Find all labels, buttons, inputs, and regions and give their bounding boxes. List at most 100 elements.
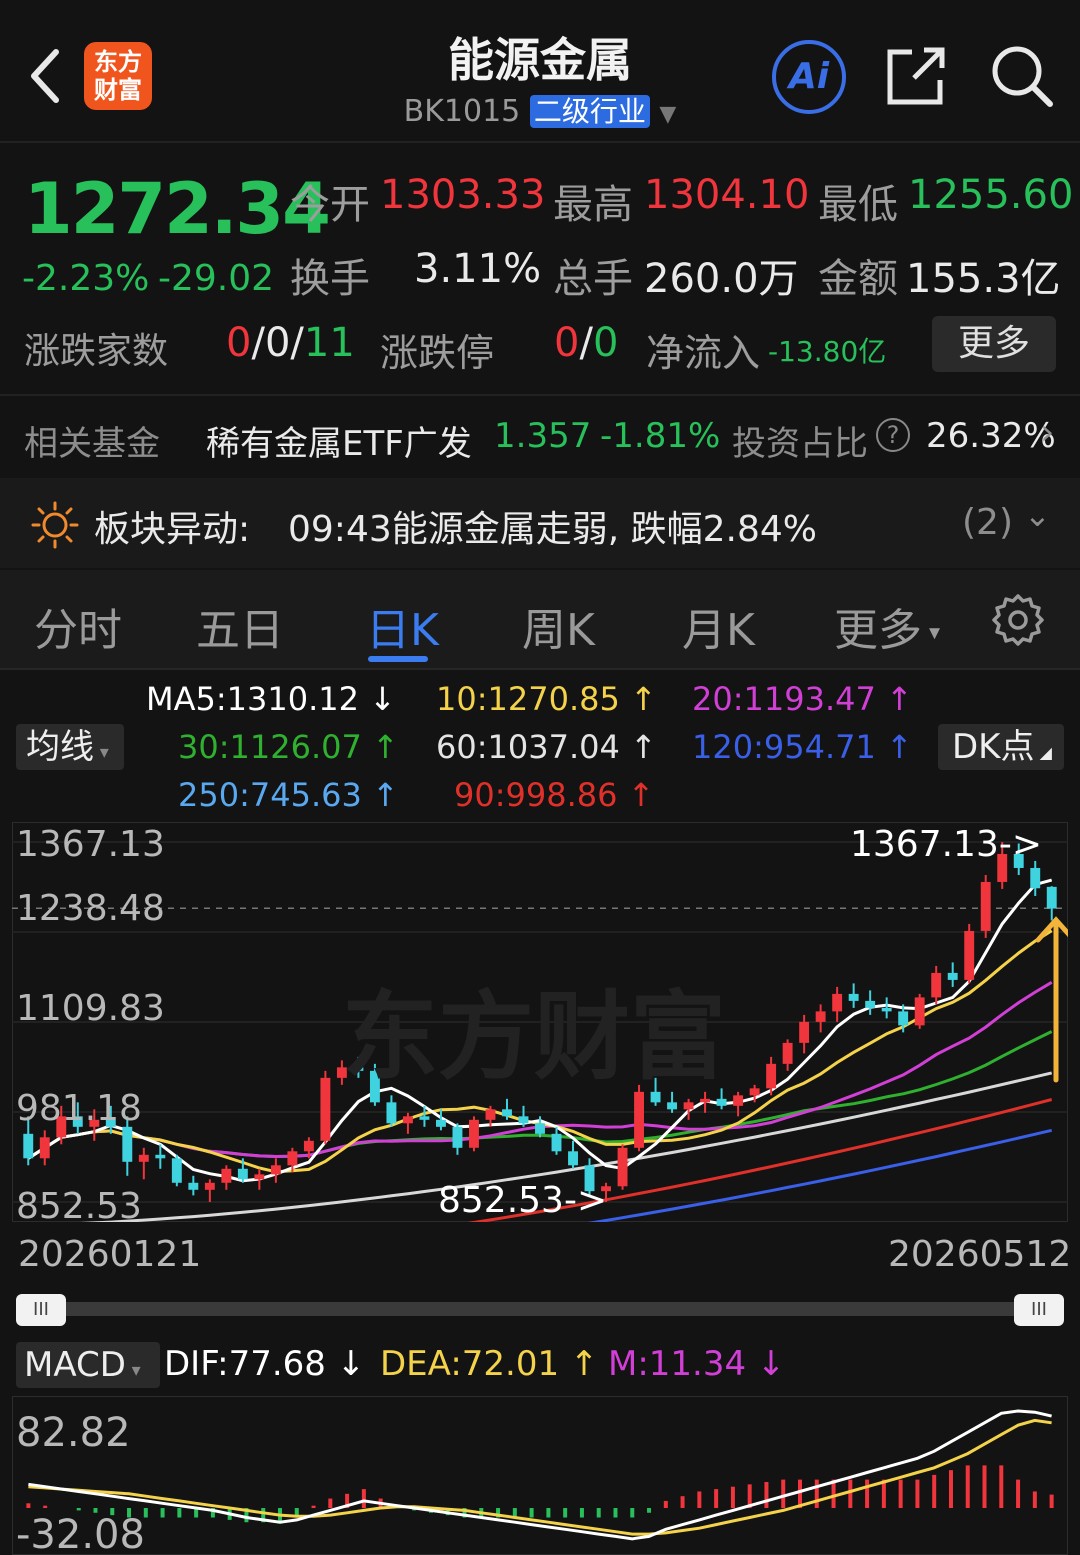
alert-count: (2) bbox=[962, 502, 1013, 543]
candle-body bbox=[898, 1011, 909, 1026]
back-icon[interactable] bbox=[22, 44, 72, 108]
candle-body bbox=[402, 1116, 413, 1124]
dk-point-button[interactable]: DK点 ◢ bbox=[938, 724, 1064, 770]
ma20-value: 20:1193.47 ↑ bbox=[692, 680, 913, 718]
candle-body bbox=[782, 1042, 793, 1064]
candle-body bbox=[452, 1126, 463, 1148]
candle-body bbox=[980, 881, 991, 931]
tab-active-indicator bbox=[368, 656, 428, 662]
updown-label: 涨跌家数 bbox=[24, 331, 169, 372]
candle-body bbox=[419, 1116, 430, 1120]
ma250-text: 250:745.63 bbox=[178, 776, 362, 814]
candle-body bbox=[1030, 867, 1041, 889]
ma60-value: 60:1037.04 ↑ bbox=[436, 728, 657, 766]
app-logo[interactable]: 东方财富 bbox=[84, 42, 152, 110]
candle-body bbox=[502, 1109, 512, 1117]
caret-down-icon: ▼ bbox=[659, 102, 677, 127]
watermark-logo: 东方财富 bbox=[342, 981, 726, 1093]
high-value: 1304.10 bbox=[644, 172, 810, 218]
macd-chart[interactable] bbox=[12, 1396, 1068, 1555]
related-fund-row[interactable]: 相关基金 稀有金属ETF广发 1.357 -1.81% 投资占比 ? 26.32… bbox=[0, 396, 1080, 476]
tab-more[interactable]: 更多 ▾ bbox=[834, 594, 940, 658]
gear-icon[interactable] bbox=[990, 592, 1046, 648]
netflow-label: 净流入 bbox=[646, 331, 761, 375]
last-price: 1272.34 bbox=[24, 168, 331, 250]
y-label-4: 981.18 bbox=[16, 1088, 142, 1129]
change-value: -29.02 bbox=[158, 258, 275, 299]
help-icon[interactable]: ? bbox=[876, 418, 910, 452]
candle-body bbox=[568, 1151, 578, 1166]
ratio-label: 投资占比 bbox=[732, 424, 868, 464]
up-count: 0 bbox=[226, 320, 252, 366]
candle-body bbox=[865, 1000, 876, 1008]
range-handle-left[interactable]: III bbox=[16, 1294, 66, 1326]
level-badge: 二级行业 bbox=[529, 95, 650, 128]
chevron-down-icon: ⌄ bbox=[1024, 496, 1051, 534]
candle-body bbox=[1046, 886, 1057, 909]
ma250-value: 250:745.63 ↑ bbox=[178, 776, 399, 814]
min-price-text: 852.53 bbox=[438, 1180, 564, 1221]
y-label-min: 852.53 bbox=[16, 1186, 142, 1227]
search-icon[interactable] bbox=[988, 42, 1054, 108]
candle-body bbox=[155, 1154, 166, 1159]
ratio-value: 26.32% bbox=[926, 416, 1056, 456]
ma120-text: 120:954.71 bbox=[692, 728, 876, 766]
fund-label: 相关基金 bbox=[24, 424, 160, 464]
candle-body bbox=[832, 993, 843, 1012]
candle-body bbox=[23, 1133, 34, 1159]
candle-body bbox=[947, 972, 958, 980]
chevron-right-icon: › bbox=[1040, 412, 1055, 453]
limit-label: 涨跌停 bbox=[380, 331, 495, 375]
indicator-select-dropdown[interactable]: MACD ▾ bbox=[16, 1342, 160, 1388]
stats-more-button[interactable]: 更多 bbox=[932, 316, 1056, 372]
board-code: BK1015 bbox=[403, 94, 521, 129]
candle-body bbox=[237, 1168, 248, 1180]
tab-intraday[interactable]: 分时 bbox=[34, 594, 122, 658]
macd-y-min: -32.08 bbox=[16, 1512, 145, 1555]
amount-label: 金额 bbox=[818, 256, 898, 302]
candle-body bbox=[799, 1021, 810, 1043]
tab-five-day[interactable]: 五日 bbox=[196, 594, 284, 658]
candle-body bbox=[716, 1098, 727, 1106]
m-value: M:11.34 ↓ bbox=[608, 1344, 786, 1384]
candle-body bbox=[881, 1007, 892, 1012]
top-bar: 东方财富 能源金属 BK1015 二级行业 ▼ Ai bbox=[0, 0, 1080, 143]
turnover-label: 换手 bbox=[290, 256, 370, 302]
candle-body bbox=[320, 1077, 331, 1141]
netflow-value: -13.80亿 bbox=[768, 335, 887, 368]
down-count: 11 bbox=[303, 320, 355, 366]
candle-body bbox=[171, 1158, 182, 1183]
high-label: 最高 bbox=[553, 182, 633, 228]
candle-body bbox=[39, 1137, 50, 1159]
candle-body bbox=[683, 1102, 694, 1110]
candle-body bbox=[535, 1123, 545, 1134]
share-icon[interactable] bbox=[884, 42, 948, 108]
dk-label: DK点 bbox=[952, 727, 1035, 767]
ai-icon-label: Ai bbox=[788, 56, 830, 97]
candle-body bbox=[766, 1063, 777, 1089]
tab-weekly-k[interactable]: 周K bbox=[522, 594, 595, 658]
range-handle-right[interactable]: III bbox=[1014, 1294, 1064, 1326]
turnover-value: 3.11% bbox=[414, 246, 542, 292]
kline-chart[interactable]: 东方财富 bbox=[12, 822, 1068, 1222]
limit-down-count: 0 bbox=[592, 320, 619, 366]
updown-counts: 0/0/11 bbox=[226, 320, 355, 366]
board-code-row[interactable]: BK1015 二级行业 ▼ bbox=[330, 90, 750, 130]
sun-alert-icon bbox=[31, 501, 79, 549]
ma90-text: 90:998.86 bbox=[454, 776, 618, 814]
max-price-text: 1367.13 bbox=[850, 824, 999, 865]
candle-body bbox=[749, 1088, 760, 1096]
ma30-text: 30:1126.07 bbox=[178, 728, 362, 766]
candle-body bbox=[303, 1140, 314, 1152]
ma-select-dropdown[interactable]: 均线 ▾ bbox=[16, 724, 124, 770]
tab-monthly-k[interactable]: 月K bbox=[682, 594, 755, 658]
ma90-value: 90:998.86 ↑ bbox=[454, 776, 655, 814]
ai-assistant-button[interactable]: Ai bbox=[772, 40, 846, 114]
sector-alert-row[interactable]: 板块异动: 09:43能源金属走弱, 跌幅2.84% (2) ⌄ bbox=[0, 478, 1080, 568]
ma10-value: 10:1270.85 ↑ bbox=[436, 680, 657, 718]
candle-body bbox=[287, 1151, 298, 1166]
trend-arrow-icon bbox=[1035, 916, 1068, 1083]
ma120-value: 120:954.71 ↑ bbox=[692, 728, 913, 766]
chart-range-scrollbar[interactable] bbox=[16, 1302, 1064, 1316]
tab-daily-k[interactable]: 日K bbox=[366, 594, 439, 658]
